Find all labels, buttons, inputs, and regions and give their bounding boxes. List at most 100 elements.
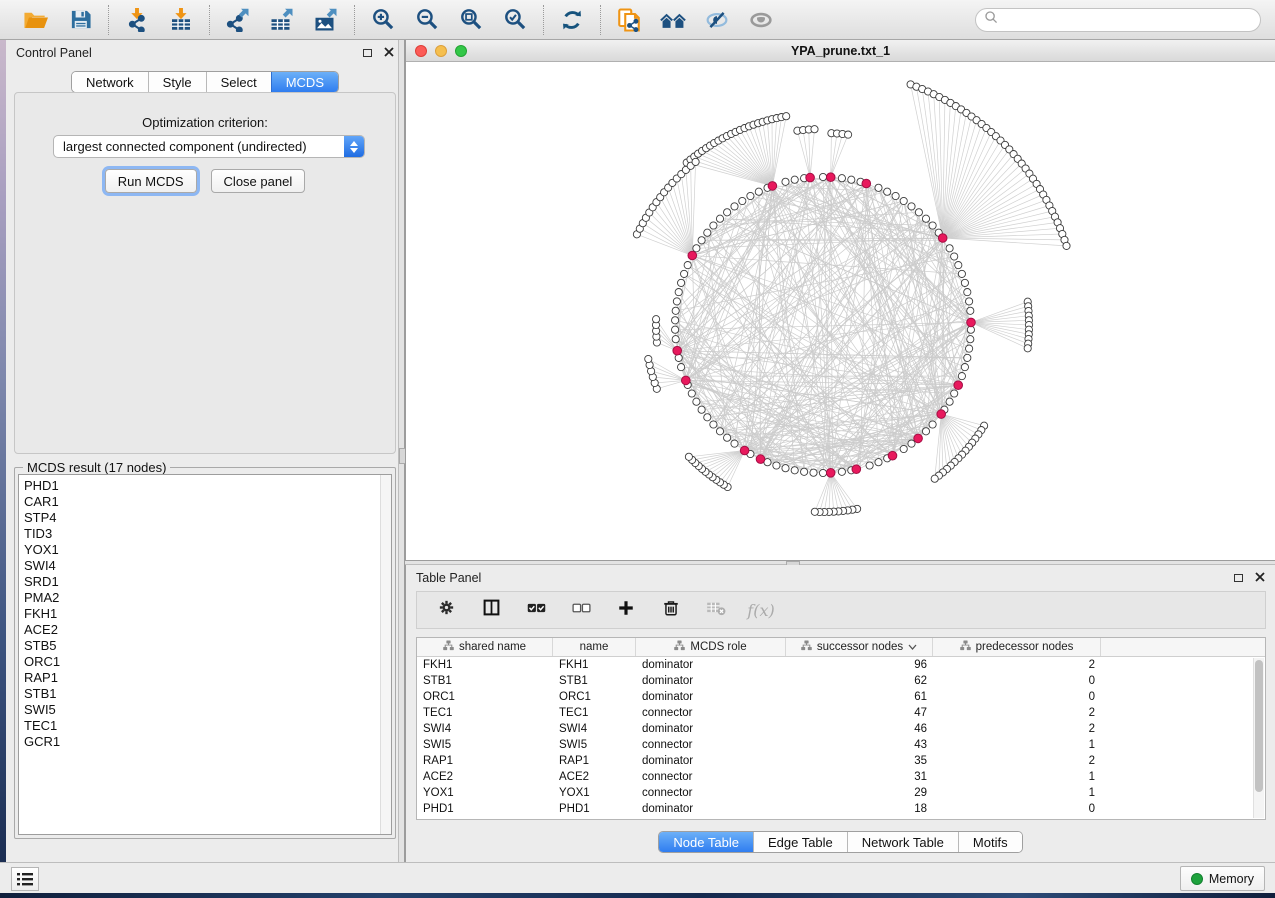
mcds-result-item[interactable]: RAP1 [19,670,391,686]
zoom-selected-button[interactable] [497,4,533,36]
main-toolbar [0,0,1275,40]
import-network-button[interactable] [119,4,155,36]
gear-icon [437,598,456,622]
column-header-predecessor-nodes[interactable]: predecessor nodes [933,638,1101,656]
table-row[interactable]: PHD1PHD1dominator180 [417,801,1265,817]
table-row[interactable]: RAP1RAP1dominator352 [417,753,1265,769]
deselect-all-button[interactable] [570,599,592,621]
mcds-result-item[interactable]: STP4 [19,510,391,526]
open-file-button[interactable] [18,4,54,36]
zoom-out-button[interactable] [409,4,445,36]
refresh-button[interactable] [554,4,590,36]
tab-motifs[interactable]: Motifs [958,832,1022,852]
column-label: shared name [459,641,526,653]
tab-select[interactable]: Select [206,72,271,92]
cell-name: PHD1 [553,801,636,817]
select-all-icon [527,601,546,620]
network-canvas[interactable] [406,62,1275,559]
mcds-result-item[interactable]: STB5 [19,638,391,654]
run-mcds-button[interactable]: Run MCDS [105,169,197,193]
mcds-result-item[interactable]: GCR1 [19,734,391,750]
mcds-result-item[interactable]: YOX1 [19,542,391,558]
scrollbar-thumb[interactable] [1255,660,1263,792]
column-header-MCDS-role[interactable]: MCDS role [636,638,786,656]
hide-selected-button[interactable] [699,4,735,36]
table-row[interactable]: TEC1TEC1connector472 [417,705,1265,721]
result-list-scrollbar[interactable] [380,475,391,834]
float-panel-icon[interactable] [363,49,372,57]
memory-button[interactable]: Memory [1180,866,1265,891]
export-network-button[interactable] [220,4,256,36]
table-row[interactable]: SWI4SWI4dominator462 [417,721,1265,737]
delete-column-button[interactable] [660,599,682,621]
table-row[interactable]: ORC1ORC1dominator610 [417,689,1265,705]
mcds-result-item[interactable]: CAR1 [19,494,391,510]
table-vertical-scrollbar[interactable] [1253,658,1264,818]
node-table[interactable]: shared name name MCDS role successor nodesp… [416,637,1266,820]
cell-successors: 47 [786,705,933,721]
mcds-result-item[interactable]: TEC1 [19,718,391,734]
column-label: MCDS role [690,641,746,653]
search-box[interactable] [975,8,1261,32]
close-panel-icon[interactable] [384,46,394,60]
first-neighbors-button[interactable] [655,4,691,36]
cell-shared_name: SWI5 [417,737,553,753]
mcds-result-item[interactable]: SRD1 [19,574,391,590]
task-history-button[interactable] [11,867,39,891]
mcds-result-item[interactable]: PMA2 [19,590,391,606]
mcds-result-item[interactable]: FKH1 [19,606,391,622]
zoom-fit-icon [460,8,483,31]
network-titlebar[interactable]: YPA_prune.txt_1 [406,40,1275,62]
tab-edge-table[interactable]: Edge Table [753,832,847,852]
float-panel-icon[interactable] [1234,574,1243,582]
tab-node-table[interactable]: Node Table [659,832,753,852]
cell-name: ORC1 [553,689,636,705]
gear-button[interactable] [435,599,457,621]
table-row[interactable]: ACE2ACE2connector311 [417,769,1265,785]
select-all-button[interactable] [525,599,547,621]
show-all-button[interactable] [743,4,779,36]
column-header-name[interactable]: name [553,638,636,656]
mcds-result-item[interactable]: TID3 [19,526,391,542]
import-table-button[interactable] [163,4,199,36]
mcds-result-item[interactable]: SWI4 [19,558,391,574]
table-row[interactable]: STB1STB1dominator620 [417,673,1265,689]
tab-style[interactable]: Style [148,72,206,92]
table-row[interactable]: FKH1FKH1dominator962 [417,657,1265,673]
mcds-result-item[interactable]: PHD1 [19,478,391,494]
close-panel-button[interactable]: Close panel [211,169,306,193]
mcds-result-item[interactable]: SWI5 [19,702,391,718]
vertical-splitter[interactable] [398,40,405,862]
tab-mcds[interactable]: MCDS [271,72,338,92]
network-window: YPA_prune.txt_1 [405,40,1275,560]
table-row[interactable]: YOX1YOX1connector291 [417,785,1265,801]
cell-successors: 29 [786,785,933,801]
table-row[interactable]: SWI5SWI5connector431 [417,737,1265,753]
mcds-result-item[interactable]: ORC1 [19,654,391,670]
duplicate-network-icon [617,8,641,32]
export-image-button[interactable] [308,4,344,36]
column-type-icon [674,640,685,654]
mcds-result-item[interactable]: ACE2 [19,622,391,638]
table-panel: Table Panel f(x) shared namenameMCDS rol… [405,565,1275,862]
export-table-button[interactable] [264,4,300,36]
table-panel-title: Table Panel [416,571,481,585]
save-session-button[interactable] [62,4,98,36]
column-header-shared-name[interactable]: shared name [417,638,553,656]
mcds-result-list[interactable]: PHD1CAR1STP4TID3YOX1SWI4SRD1PMA2FKH1ACE2… [18,474,392,835]
control-panel-title: Control Panel [16,46,92,60]
close-panel-icon[interactable] [1255,571,1265,585]
zoom-fit-button[interactable] [453,4,489,36]
mcds-result-item[interactable]: STB1 [19,686,391,702]
duplicate-network-button[interactable] [611,4,647,36]
tab-network[interactable]: Network [72,72,148,92]
add-column-button[interactable] [615,599,637,621]
optimization-criterion-dropdown[interactable]: largest connected component (undirected) [53,135,365,158]
columns-button[interactable] [480,599,502,621]
search-input[interactable] [1004,13,1252,27]
export-table-icon [270,8,294,32]
zoom-in-button[interactable] [365,4,401,36]
cell-role: connector [636,769,786,785]
tab-network-table[interactable]: Network Table [847,832,958,852]
column-header-successor-nodes[interactable]: successor nodes [786,638,933,656]
